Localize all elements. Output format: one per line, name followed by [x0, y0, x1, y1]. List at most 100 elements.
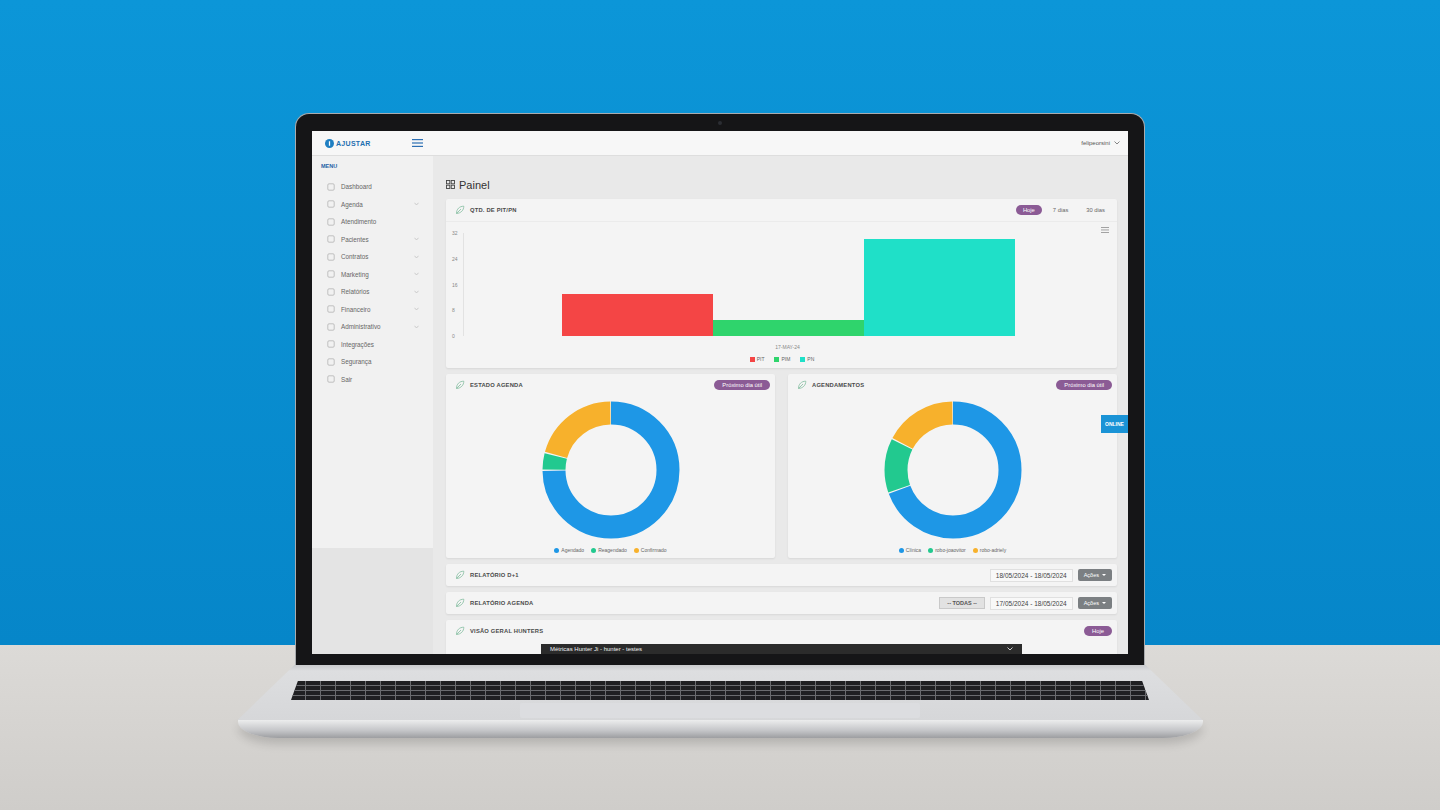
- sidebar-item[interactable]: Contratos: [312, 248, 433, 266]
- screen: AJUSTAR felipeorsini MENU Dashboard AgendaAt…: [312, 131, 1128, 654]
- y-tick: 8: [452, 307, 455, 313]
- donut-card: AGENDAMENTOSPróximo dia útilClínicarobo-…: [788, 374, 1117, 558]
- page-icon: [327, 358, 335, 366]
- report-tools: 18/05/2024 - 18/05/2024 Ações: [990, 569, 1112, 582]
- legend-swatch: [800, 357, 805, 362]
- pit-chart-card: QTD. DE PIT/PNHoje7 dias30 dias322416801…: [446, 199, 1117, 368]
- camera: [718, 121, 722, 125]
- range-button[interactable]: Hoje: [1084, 626, 1112, 636]
- donut-row: ESTADO AGENDAPróximo dia útilAgendadoRea…: [446, 374, 1117, 558]
- chevron-down-icon: [1114, 141, 1120, 145]
- sidebar-item[interactable]: Segurança: [312, 353, 433, 371]
- donut-slice[interactable]: [554, 413, 668, 527]
- sidebar-item-label: Contratos: [341, 253, 368, 260]
- legend-item[interactable]: Clínica: [899, 547, 921, 553]
- legend-item[interactable]: PIM: [774, 356, 790, 362]
- legend-label: Confirmado: [641, 547, 667, 553]
- range-button[interactable]: 7 dias: [1046, 205, 1075, 215]
- sidebar-item-label: Sair: [341, 376, 352, 383]
- legend-swatch: [973, 548, 978, 553]
- page-title-text: Painel: [459, 179, 490, 191]
- sidebar-item-label: Dashboard: [341, 183, 372, 190]
- x-axis: 17-MAY-24: [452, 344, 1112, 350]
- legend-label: PIM: [781, 356, 790, 362]
- sidebar-item[interactable]: Dashboard: [312, 178, 433, 196]
- legend-item[interactable]: Reagendado: [591, 547, 627, 553]
- chart-legend: Clínica robo-joaovitor robo-adriely: [788, 547, 1117, 553]
- page-icon: [327, 270, 335, 278]
- sidebar-item[interactable]: Sair: [312, 371, 433, 389]
- sidebar-item-label: Financeiro: [341, 306, 370, 313]
- donut-chart: [788, 400, 1117, 540]
- laptop-front-edge: [238, 720, 1203, 738]
- legend-item[interactable]: robo-adriely: [973, 547, 1006, 553]
- page-icon: [327, 305, 335, 313]
- sidebar-item[interactable]: Administrativo: [312, 318, 433, 336]
- hamburger-icon[interactable]: [1101, 227, 1109, 233]
- legend-label: robo-joaovitor: [935, 547, 966, 553]
- y-tick: 32: [452, 230, 458, 236]
- logo[interactable]: AJUSTAR: [325, 139, 412, 148]
- leaf-icon: [455, 626, 465, 636]
- sidebar-item[interactable]: Relatórios: [312, 283, 433, 301]
- legend-item[interactable]: robo-joaovitor: [928, 547, 966, 553]
- chevron-down-icon: [414, 307, 419, 311]
- sidebar-item[interactable]: Agenda: [312, 196, 433, 214]
- donut-slice[interactable]: [896, 413, 1010, 527]
- hamburger-icon[interactable]: [412, 139, 423, 147]
- page-icon: [327, 183, 335, 191]
- chevron-down-icon: [414, 255, 419, 259]
- logo-text: AJUSTAR: [336, 140, 371, 147]
- legend-item[interactable]: PN: [800, 356, 814, 362]
- date-range-field[interactable]: 18/05/2024 - 18/05/2024: [990, 569, 1073, 582]
- leaf-icon: [455, 205, 465, 215]
- y-tick: 16: [452, 282, 458, 288]
- legend-swatch: [591, 548, 596, 553]
- caret-down-icon: [1102, 574, 1106, 576]
- page-icon: [327, 253, 335, 261]
- legend-item[interactable]: Confirmado: [634, 547, 667, 553]
- bar[interactable]: [562, 294, 713, 336]
- date-range-field[interactable]: 17/05/2024 - 18/05/2024: [990, 597, 1073, 610]
- donut-slice[interactable]: [896, 413, 1010, 527]
- next-day-button[interactable]: Próximo dia útil: [1056, 380, 1112, 390]
- metrics-popup[interactable]: Métricas Hunter Ji - hunter - testes: [541, 644, 1022, 654]
- range-button[interactable]: 30 dias: [1079, 205, 1112, 215]
- bar[interactable]: [864, 239, 1015, 336]
- donut-slice[interactable]: [554, 413, 668, 527]
- page-icon: [327, 200, 335, 208]
- donut: [883, 400, 1023, 540]
- y-tick: 24: [452, 256, 458, 262]
- range-button[interactable]: Hoje: [1016, 205, 1042, 215]
- bar[interactable]: [713, 320, 864, 336]
- sidebar-item[interactable]: Marketing: [312, 266, 433, 284]
- app-body: MENU Dashboard AgendaAtendimentoPacientes C…: [312, 156, 1128, 654]
- donut-slice[interactable]: [554, 413, 668, 527]
- sidebar-item-label: Integrações: [341, 341, 374, 348]
- legend-swatch: [554, 548, 559, 553]
- legend-item[interactable]: Agendado: [554, 547, 584, 553]
- card-header: QTD. DE PIT/PNHoje7 dias30 dias: [446, 199, 1117, 221]
- actions-button[interactable]: Ações: [1078, 569, 1112, 581]
- page-icon: [327, 218, 335, 226]
- next-day-button[interactable]: Próximo dia útil: [714, 380, 770, 390]
- sidebar-item[interactable]: Financeiro: [312, 301, 433, 319]
- sidebar-item-label: Segurança: [341, 358, 371, 365]
- chevron-down-icon[interactable]: [1007, 647, 1013, 651]
- card-title: VISÃO GERAL HUNTERS: [470, 628, 543, 634]
- sidebar-heading: MENU: [312, 163, 433, 169]
- sidebar-item[interactable]: Pacientes: [312, 231, 433, 249]
- range-switch: Hoje 7 dias 30 dias: [1016, 205, 1112, 215]
- leaf-icon: [455, 380, 465, 390]
- filter-select[interactable]: -- TODAS --: [939, 597, 985, 609]
- online-tab[interactable]: ONLINE: [1101, 415, 1128, 433]
- sidebar-item[interactable]: Integrações: [312, 336, 433, 354]
- donut-slice[interactable]: [896, 413, 1010, 527]
- leaf-icon: [797, 380, 807, 390]
- sidebar: MENU Dashboard AgendaAtendimentoPacientes C…: [312, 156, 433, 654]
- sidebar-item[interactable]: Atendimento: [312, 213, 433, 231]
- actions-button[interactable]: Ações: [1078, 597, 1112, 609]
- legend-label: Agendado: [561, 547, 584, 553]
- legend-item[interactable]: PIT: [750, 356, 765, 362]
- user-menu[interactable]: felipeorsini: [1081, 140, 1120, 146]
